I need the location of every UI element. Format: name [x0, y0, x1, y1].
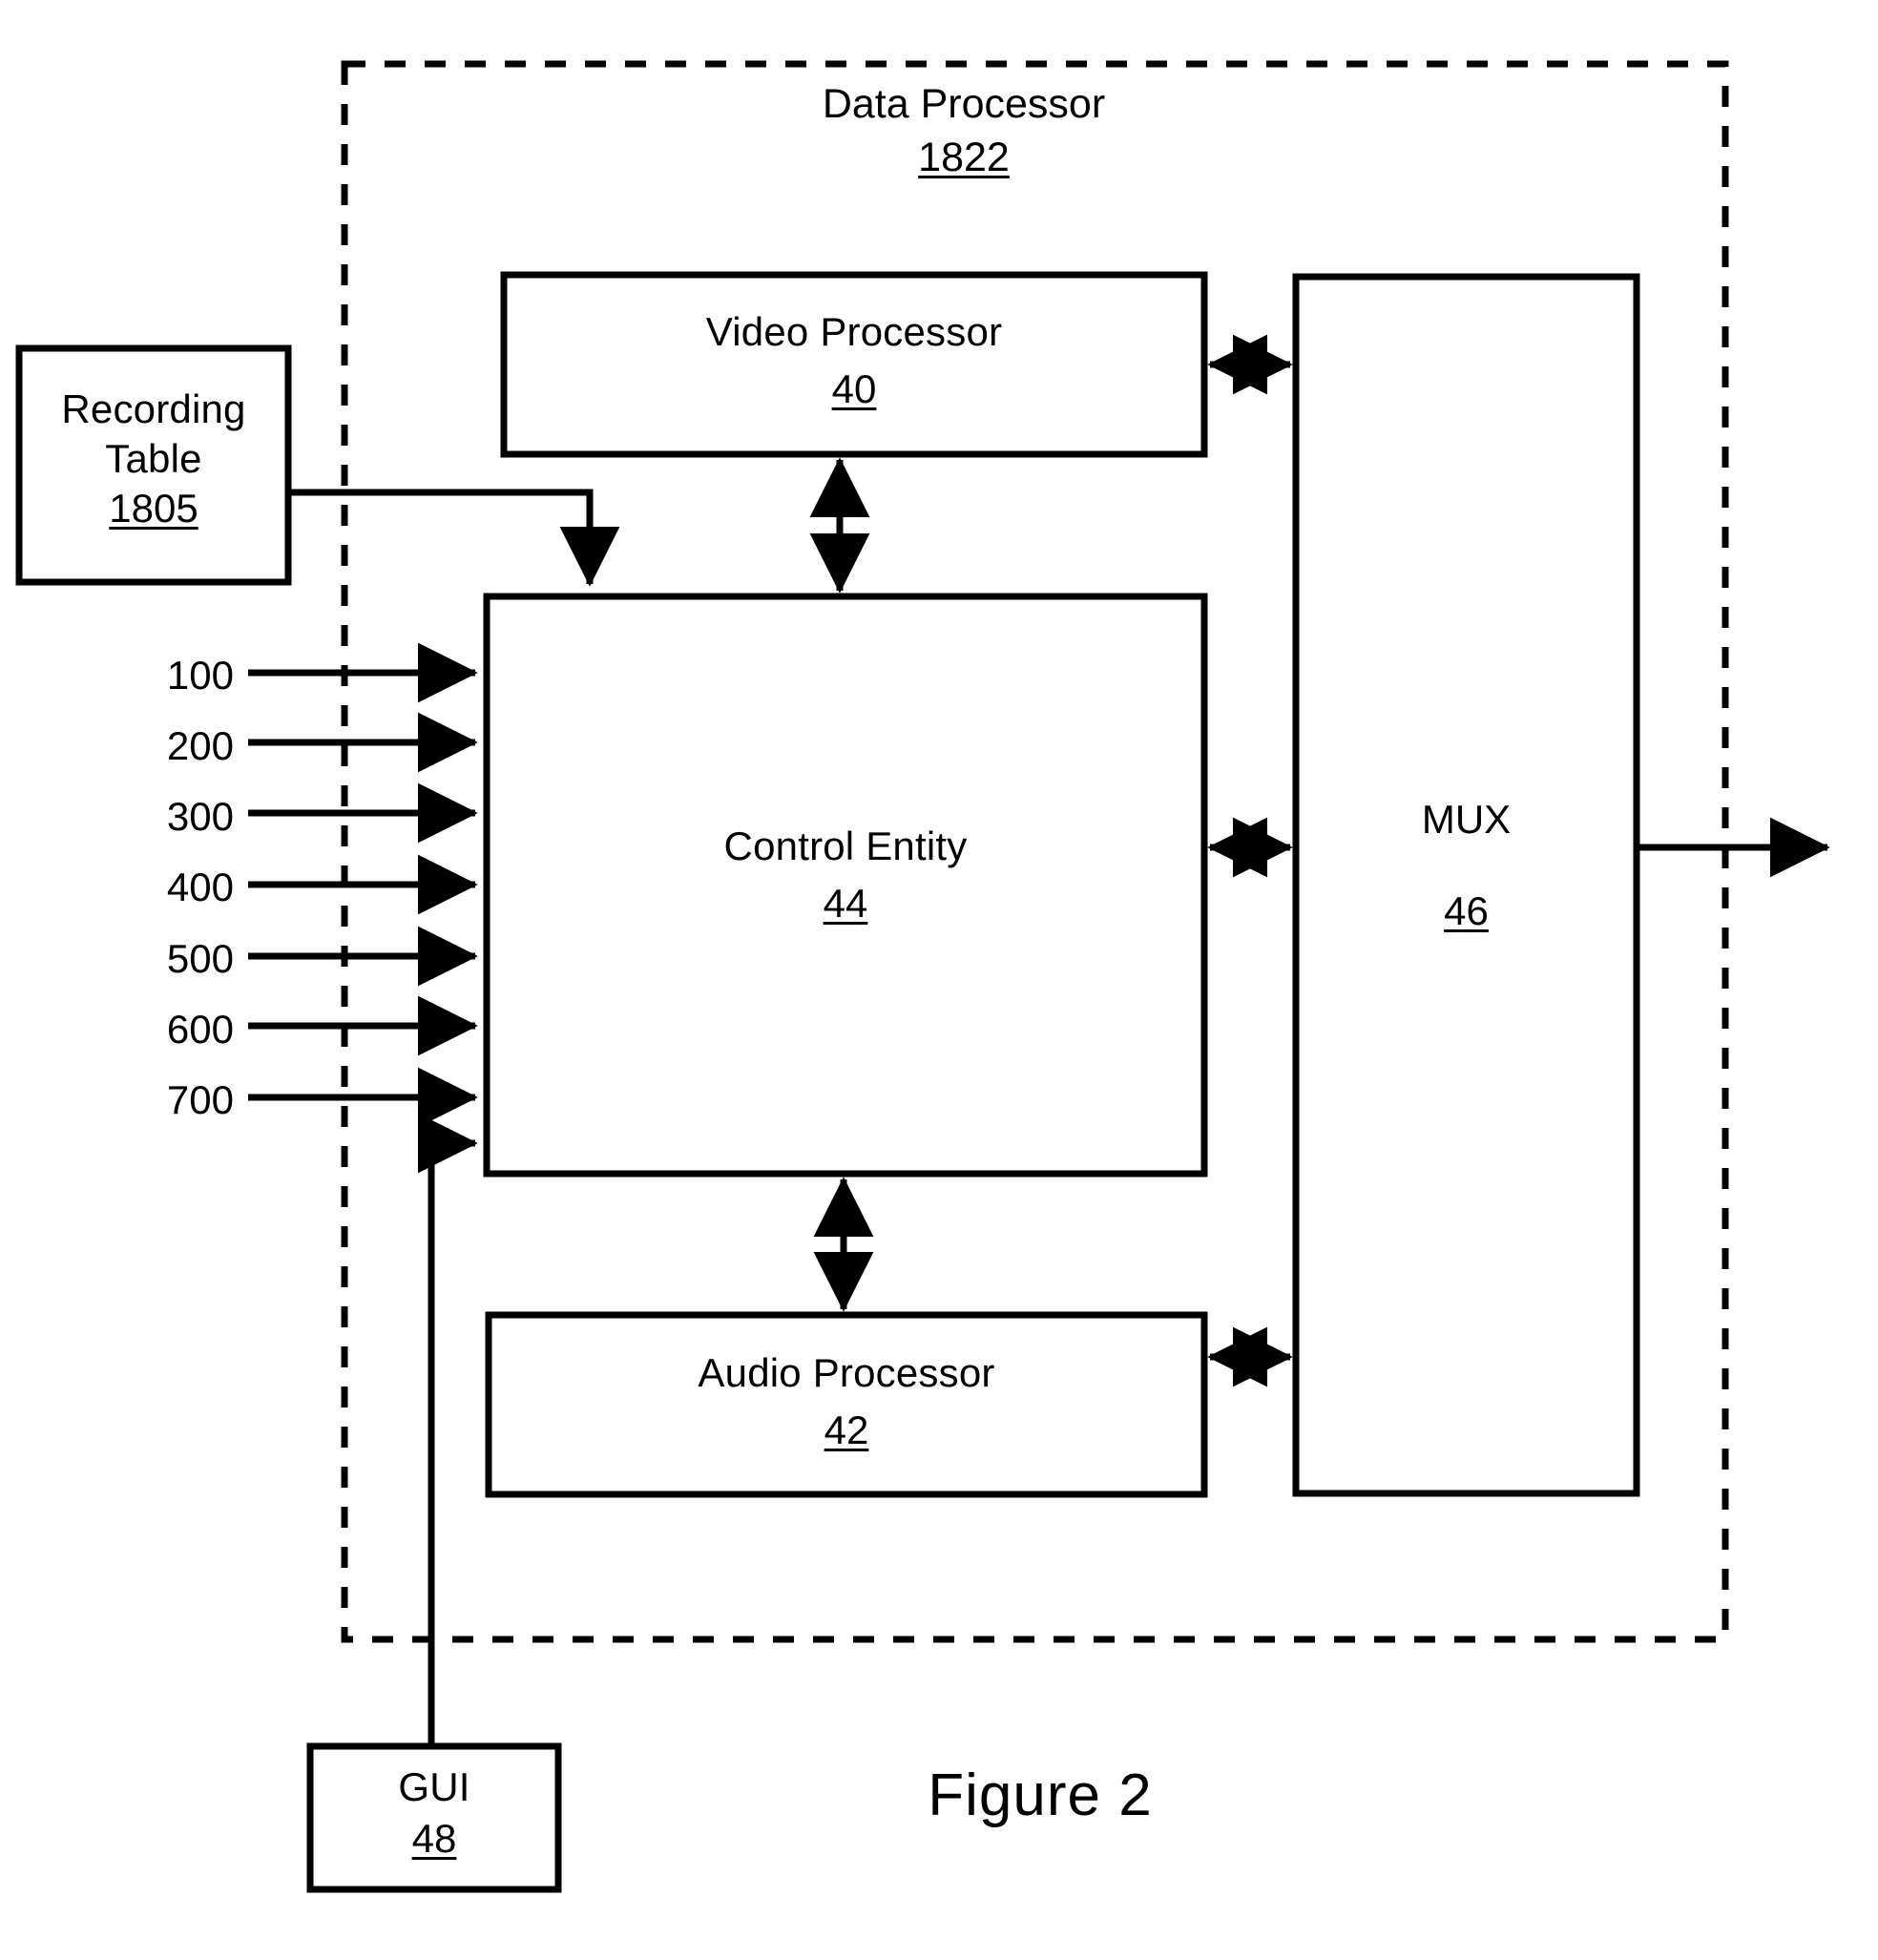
recording-table-title-line1: Recording	[61, 386, 246, 431]
video-processor-title: Video Processor	[705, 309, 1003, 354]
signal-label-500: 500	[166, 936, 234, 981]
control-entity-ref: 44	[823, 881, 868, 926]
figure-caption: Figure 2	[928, 1762, 1153, 1828]
recording-table-ref: 1805	[109, 486, 198, 531]
gui-ref: 48	[411, 1816, 457, 1861]
recording-table-title-line2: Table	[105, 436, 202, 481]
signal-label-300: 300	[166, 794, 234, 839]
data-processor-ref: 1822	[918, 135, 1010, 180]
mux-ref: 46	[1444, 888, 1489, 933]
signal-label-700: 700	[166, 1077, 234, 1122]
mux-box	[1292, 273, 1640, 1497]
gui-title: GUI	[398, 1764, 470, 1809]
signal-label-100: 100	[166, 653, 234, 698]
audio-processor-title: Audio Processor	[698, 1350, 995, 1395]
data-processor-title: Data Processor	[822, 81, 1106, 127]
figure-2-diagram: Data Processor 1822 Recording Table 1805…	[0, 0, 1878, 1960]
video-processor-box	[500, 271, 1208, 458]
signal-label-200: 200	[166, 723, 234, 768]
mux-title: MUX	[1421, 797, 1512, 842]
signal-label-400: 400	[166, 865, 234, 909]
diagram-canvas	[15, 60, 1830, 1893]
recording-table-to-control-entity-connector	[288, 489, 620, 587]
audio-processor-ref: 42	[824, 1407, 869, 1452]
control-entity-title: Control Entity	[723, 824, 968, 868]
audio-processor-box	[485, 1311, 1208, 1498]
video-processor-ref: 40	[831, 366, 877, 411]
signal-label-600: 600	[166, 1007, 234, 1052]
gui-to-control-entity-connector	[417, 1113, 478, 1746]
